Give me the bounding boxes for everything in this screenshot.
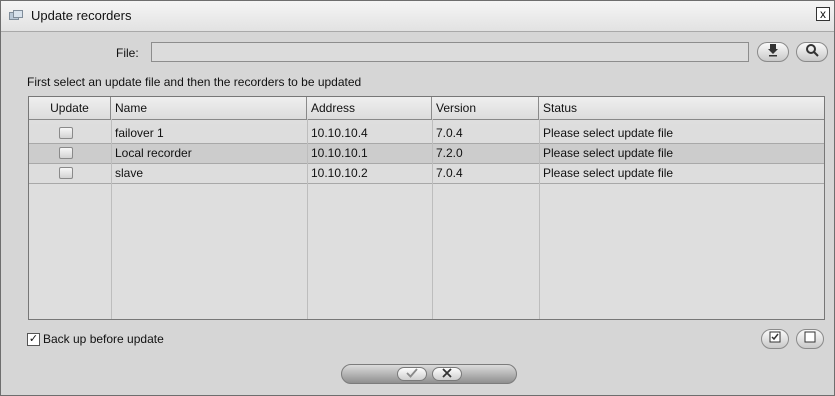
update-recorders-icon	[9, 9, 23, 21]
row-address: 10.10.10.4	[311, 126, 368, 140]
column-header-update[interactable]: Update	[29, 97, 111, 119]
update-recorders-dialog: Update recorders x File: First select an…	[0, 0, 835, 396]
column-header-status[interactable]: Status	[539, 97, 824, 119]
row-address: 10.10.10.1	[311, 146, 368, 160]
title-bar[interactable]: Update recorders x	[1, 1, 834, 32]
x-icon	[442, 365, 452, 383]
column-divider	[111, 119, 112, 319]
row-name: failover 1	[115, 126, 164, 140]
column-divider	[432, 119, 433, 319]
row-version: 7.0.4	[436, 126, 463, 140]
backup-option[interactable]: ✓ Back up before update	[27, 332, 164, 346]
column-divider	[539, 119, 540, 319]
row-update-checkbox[interactable]	[59, 147, 73, 159]
column-header-name[interactable]: Name	[111, 97, 307, 119]
column-header-address[interactable]: Address	[307, 97, 432, 119]
table-row[interactable]: failover 1 10.10.10.4 7.0.4 Please selec…	[29, 124, 824, 144]
row-update-checkbox[interactable]	[59, 167, 73, 179]
magnifier-icon	[805, 43, 819, 62]
column-header-version[interactable]: Version	[432, 97, 539, 119]
upload-icon	[766, 43, 780, 62]
file-label: File:	[116, 46, 139, 60]
row-status: Please select update file	[543, 126, 674, 140]
table-header: Update Name Address Version Status	[29, 97, 824, 120]
deselect-all-button[interactable]	[796, 329, 824, 349]
row-version: 7.2.0	[436, 146, 463, 160]
select-all-icon	[769, 330, 781, 348]
column-divider	[307, 119, 308, 319]
dialog-actions	[341, 364, 517, 384]
ok-button[interactable]	[397, 367, 427, 381]
row-version: 7.0.4	[436, 166, 463, 180]
row-name: Local recorder	[115, 146, 192, 160]
deselect-all-icon	[804, 330, 816, 348]
row-name: slave	[115, 166, 144, 180]
instruction-text: First select an update file and then the…	[27, 75, 362, 89]
row-update-checkbox[interactable]	[59, 127, 73, 139]
row-address: 10.10.10.2	[311, 166, 368, 180]
table-row[interactable]: Local recorder 10.10.10.1 7.2.0 Please s…	[29, 144, 824, 164]
file-input[interactable]	[151, 42, 749, 62]
upload-button[interactable]	[757, 42, 789, 62]
cancel-button[interactable]	[432, 367, 462, 381]
row-status: Please select update file	[543, 166, 674, 180]
recorders-table: Update Name Address Version Status failo…	[28, 96, 825, 320]
check-icon	[406, 365, 418, 383]
window-title: Update recorders	[31, 8, 132, 23]
table-row[interactable]: slave 10.10.10.2 7.0.4 Please select upd…	[29, 164, 824, 184]
backup-checkbox[interactable]: ✓	[27, 332, 40, 346]
row-status: Please select update file	[543, 146, 674, 160]
close-button[interactable]: x	[816, 7, 830, 21]
browse-button[interactable]	[796, 42, 828, 62]
select-all-button[interactable]	[761, 329, 789, 349]
backup-label: Back up before update	[43, 332, 164, 346]
